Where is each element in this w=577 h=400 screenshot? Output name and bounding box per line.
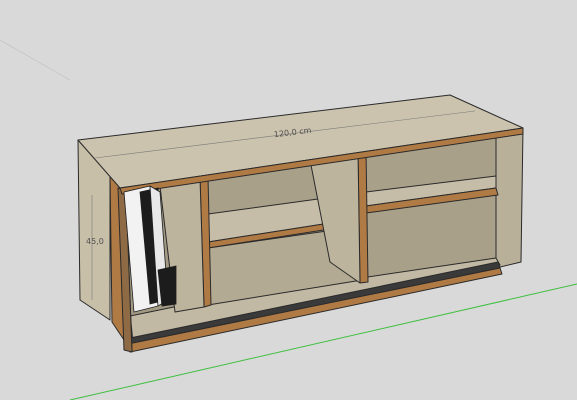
right-side-panel[interactable]	[495, 127, 524, 269]
height-dimension-label: 45,0	[86, 237, 104, 246]
scene-canvas[interactable]: 120,0 cm 45,0	[0, 0, 577, 400]
3d-modeling-viewport[interactable]: 120,0 cm 45,0	[0, 0, 577, 400]
